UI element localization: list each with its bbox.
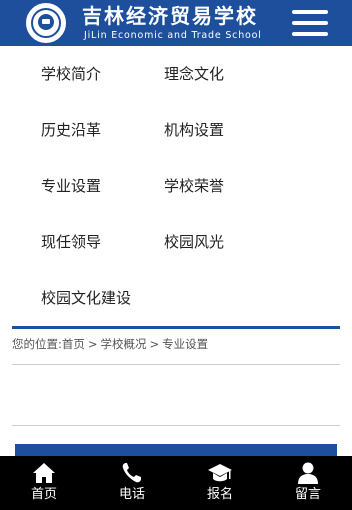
about-submenu: 学校简介 理念文化 历史沿革 机构设置 专业设置 学校荣誉 现任领导 校园风光 …	[0, 46, 352, 326]
bottom-nav-home[interactable]: 首页	[0, 456, 88, 510]
site-header: 吉林经济贸易学校 JiLin Economic and Trade School	[0, 0, 352, 46]
submenu-item-majors[interactable]: 专业设置	[41, 158, 101, 214]
home-icon	[33, 463, 55, 483]
phone-icon	[122, 463, 141, 483]
submenu-item-philosophy-culture[interactable]: 理念文化	[164, 46, 224, 102]
bottom-nav-label: 留言	[294, 487, 321, 502]
bottom-nav-label: 电话	[118, 487, 145, 502]
school-name-en: JiLin Economic and Trade School	[84, 30, 262, 41]
submenu-item-campus-scenery[interactable]: 校园风光	[164, 214, 224, 270]
submenu-item-campus-culture[interactable]: 校园文化建设	[41, 270, 131, 326]
submenu-item-leadership[interactable]: 现任领导	[41, 214, 101, 270]
content-divider	[12, 364, 340, 365]
bottom-nav-enroll[interactable]: 报名	[176, 456, 264, 510]
breadcrumb-separator: >	[87, 337, 98, 351]
footer-band	[15, 444, 337, 456]
submenu-item-history[interactable]: 历史沿革	[41, 102, 101, 158]
school-name-cn[interactable]: 吉林经济贸易学校	[82, 3, 258, 29]
bottom-nav-label: 报名	[206, 487, 233, 502]
submenu-item-school-intro[interactable]: 学校简介	[41, 46, 101, 102]
bottom-nav-phone[interactable]: 电话	[88, 456, 176, 510]
user-icon	[298, 462, 318, 484]
breadcrumb-home-link[interactable]: 首页	[62, 337, 85, 351]
breadcrumb-current: 专业设置	[162, 337, 209, 351]
submenu-item-honors[interactable]: 学校荣誉	[164, 158, 224, 214]
submenu-item-organization[interactable]: 机构设置	[164, 102, 224, 158]
bottom-nav-message[interactable]: 留言	[264, 456, 352, 510]
breadcrumb-section-link[interactable]: 学校概况	[101, 337, 147, 351]
breadcrumb: 您的位置:首页 > 学校概况 > 专业设置	[12, 335, 208, 353]
graduation-cap-icon	[208, 464, 232, 482]
school-seal-icon[interactable]	[26, 3, 66, 43]
content-divider	[12, 425, 340, 426]
bottom-nav: 首页 电话 报名 留言	[0, 456, 352, 510]
bottom-nav-label: 首页	[30, 487, 57, 502]
section-divider	[12, 326, 340, 329]
hamburger-menu-icon[interactable]	[290, 6, 330, 40]
breadcrumb-separator: >	[149, 337, 160, 351]
breadcrumb-prefix: 您的位置:	[12, 337, 62, 351]
